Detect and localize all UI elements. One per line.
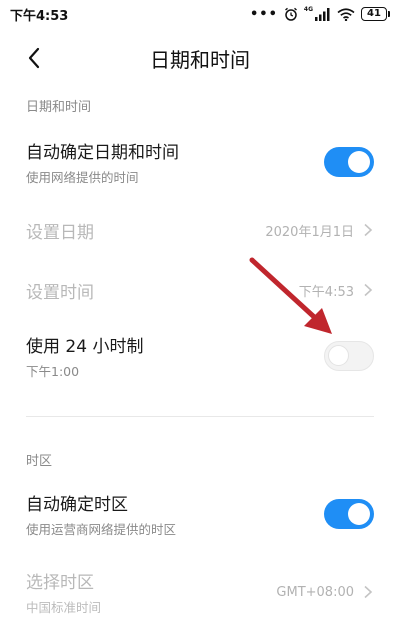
- section-divider: [26, 416, 374, 417]
- more-notifications-icon: •••: [249, 6, 278, 22]
- section-label-datetime: 日期和时间: [26, 100, 92, 115]
- app-header: 日期和时间: [0, 38, 400, 78]
- select-timezone-subtitle: 中国标准时间: [26, 600, 102, 615]
- battery-icon: 41: [361, 7, 387, 21]
- auto-timezone-text: 自动确定时区 使用运营商网络提供的时区: [26, 490, 176, 538]
- toggle-knob: [348, 151, 370, 173]
- back-arrow-icon: [28, 47, 40, 69]
- status-time: 下午4:53: [10, 8, 69, 24]
- select-timezone-title: 选择时区: [26, 573, 94, 593]
- network-type-badge: 4G: [303, 5, 313, 13]
- auto-datetime-toggle[interactable]: [324, 147, 374, 177]
- toggle-knob: [328, 345, 349, 366]
- auto-datetime-title: 自动确定日期和时间: [26, 143, 179, 163]
- select-timezone-value: GMT+08:00: [276, 584, 354, 600]
- set-date-value: 2020年1月1日: [265, 224, 354, 240]
- use-24h-subtitle: 下午1:00: [26, 364, 80, 379]
- select-timezone-value-group: GMT+08:00: [276, 585, 374, 600]
- alarm-icon: [284, 7, 297, 21]
- wifi-icon: [337, 7, 355, 21]
- set-date-title: 设置日期: [26, 222, 94, 243]
- use-24h-title: 使用 24 小时制: [26, 337, 144, 357]
- set-time-row[interactable]: 设置时间 下午4:53: [0, 270, 400, 310]
- use-24h-row[interactable]: 使用 24 小时制 下午1:00: [0, 326, 400, 386]
- page-title: 日期和时间: [150, 47, 250, 72]
- auto-datetime-text: 自动确定日期和时间 使用网络提供的时间: [26, 138, 179, 186]
- set-time-value: 下午4:53: [298, 284, 354, 300]
- auto-datetime-subtitle: 使用网络提供的时间: [26, 170, 139, 185]
- chevron-right-icon: [364, 585, 373, 599]
- set-date-row[interactable]: 设置日期 2020年1月1日: [0, 210, 400, 250]
- set-time-value-group: 下午4:53: [299, 281, 374, 300]
- section-label-timezone: 时区: [26, 454, 53, 469]
- select-timezone-text: 选择时区 中国标准时间: [26, 568, 101, 616]
- set-date-value-group: 2020年1月1日: [265, 221, 374, 240]
- battery-cap: [388, 11, 390, 17]
- use-24h-text: 使用 24 小时制 下午1:00: [26, 332, 143, 380]
- select-timezone-row[interactable]: 选择时区 中国标准时间 GMT+08:00: [0, 562, 400, 622]
- chevron-right-icon: [364, 223, 373, 237]
- use-24h-toggle[interactable]: [324, 341, 374, 371]
- auto-timezone-subtitle: 使用运营商网络提供的时区: [26, 522, 177, 537]
- toggle-knob: [348, 503, 370, 525]
- auto-datetime-row[interactable]: 自动确定日期和时间 使用网络提供的时间: [0, 132, 400, 192]
- back-button[interactable]: [18, 42, 50, 74]
- cellular-signal-icon: [315, 7, 330, 21]
- status-bar: 下午4:53 ••• 4G 41: [0, 0, 400, 28]
- auto-timezone-row[interactable]: 自动确定时区 使用运营商网络提供的时区: [0, 484, 400, 544]
- auto-timezone-title: 自动确定时区: [26, 495, 128, 515]
- status-icons: ••• 4G 41: [249, 5, 390, 22]
- chevron-right-icon: [364, 283, 373, 297]
- set-time-title: 设置时间: [26, 282, 94, 303]
- auto-timezone-toggle[interactable]: [324, 499, 374, 529]
